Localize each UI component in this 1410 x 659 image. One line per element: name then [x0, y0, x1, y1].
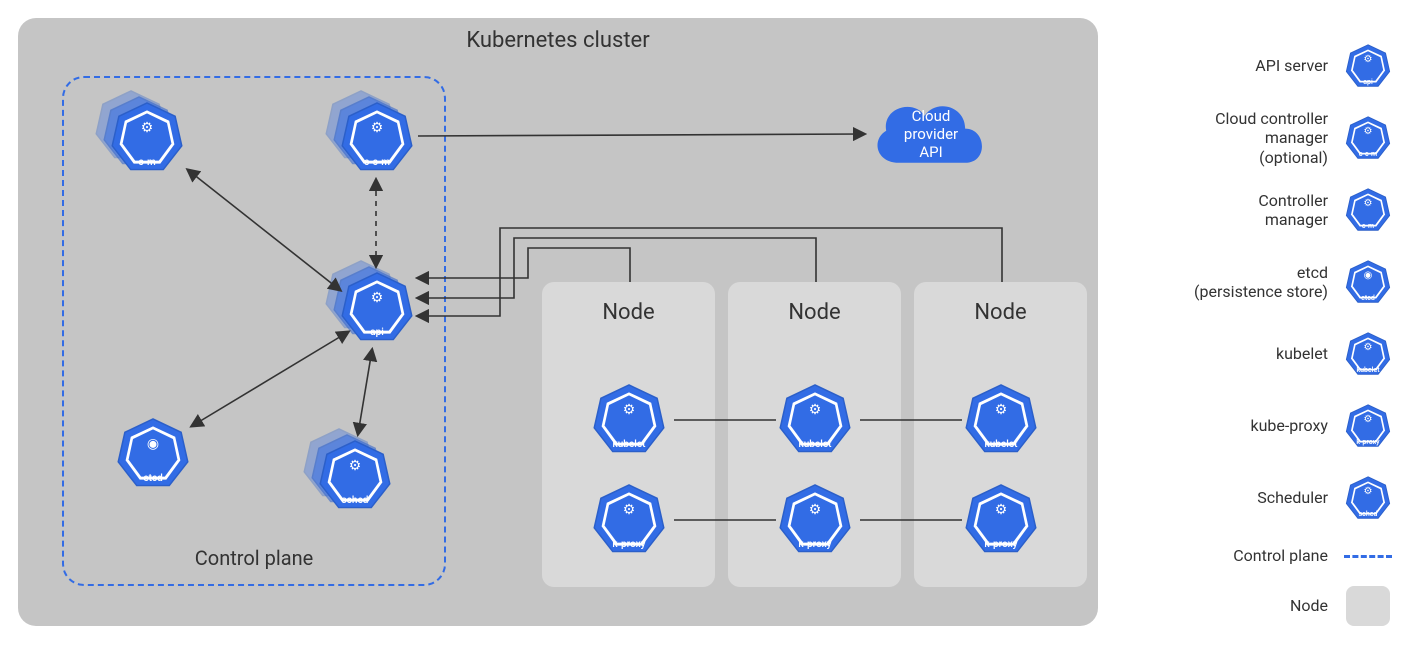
legend: API server ⚙api Cloud controllermanager(… [1134, 30, 1394, 634]
hexagon-icon: ⚙ c-c-m [340, 100, 414, 174]
gears-icon: ⚙ [141, 121, 154, 135]
node-2: Node ⚙ kubelet ⚙ k-proxy [728, 282, 901, 587]
gears-icon: ⚙ [1364, 55, 1373, 65]
kubelet-component: ⚙ kubelet [592, 382, 666, 456]
gears-icon: ⚙ [1364, 415, 1373, 425]
api-server-component: ⚙ api [340, 270, 414, 344]
node-3: Node ⚙ kubelet ⚙ k-proxy [914, 282, 1087, 587]
legend-text: Controllermanager [1258, 191, 1328, 229]
etcd-component: ◉ etcd [116, 416, 190, 490]
cloud-provider-api: Cloud provider API [866, 86, 996, 182]
hexagon-icon: ⚙kubelet [1345, 331, 1391, 377]
legend-text: etcd(persistence store) [1194, 263, 1328, 301]
edge-node1-api [418, 248, 630, 282]
database-icon: ◉ [147, 437, 159, 451]
database-icon: ◉ [1364, 271, 1373, 281]
legend-item-control-plane: Control plane [1134, 534, 1394, 578]
node-title: Node [542, 300, 715, 325]
legend-text: kubelet [1276, 344, 1328, 363]
gears-icon: ⚙ [623, 503, 636, 517]
gears-icon: ⚙ [1364, 127, 1373, 137]
gears-icon: ⚙ [1364, 487, 1373, 497]
kubelet-component: ⚙ kubelet [964, 382, 1038, 456]
hexagon-icon: ⚙c-m [1345, 187, 1391, 233]
cloud-label: Cloud provider API [866, 86, 996, 182]
control-plane-label: Control plane [195, 546, 313, 570]
legend-text: Cloud controllermanager(optional) [1215, 109, 1328, 167]
hexagon-icon: ⚙c-c-m [1345, 115, 1391, 161]
legend-item-kube-proxy: kube-proxy ⚙k-proxy [1134, 390, 1394, 462]
gears-icon: ⚙ [623, 403, 636, 417]
legend-item-kubelet: kubelet ⚙kubelet [1134, 318, 1394, 390]
hexagon-icon: ◉etcd [1345, 259, 1391, 305]
legend-item-controller-manager: Controllermanager ⚙c-m [1134, 174, 1394, 246]
kube-proxy-component: ⚙ k-proxy [592, 482, 666, 556]
kube-proxy-component: ⚙ k-proxy [964, 482, 1038, 556]
gears-icon: ⚙ [809, 403, 822, 417]
gears-icon: ⚙ [995, 503, 1008, 517]
dashed-line-icon [1344, 555, 1392, 558]
hexagon-icon: ⚙api [1345, 43, 1391, 89]
hexagon-icon: ⚙ sched [318, 438, 392, 512]
node-title: Node [728, 300, 901, 325]
legend-item-cloud-controller-manager: Cloud controllermanager(optional) ⚙c-c-m [1134, 102, 1394, 174]
gears-icon: ⚙ [995, 403, 1008, 417]
gears-icon: ⚙ [349, 459, 362, 473]
hexagon-icon: ⚙ api [340, 270, 414, 344]
node-title: Node [914, 300, 1087, 325]
legend-text: kube-proxy [1250, 416, 1328, 435]
gears-icon: ⚙ [1364, 343, 1373, 353]
hexagon-icon: ⚙k-proxy [1345, 403, 1391, 449]
cloud-controller-manager-component: ⚙ c-c-m [340, 100, 414, 174]
controller-manager-component: ⚙ c-m [110, 100, 184, 174]
legend-item-etcd: etcd(persistence store) ◉etcd [1134, 246, 1394, 318]
edge-ccm-cloud [418, 134, 864, 136]
legend-item-api-server: API server ⚙api [1134, 30, 1394, 102]
gears-icon: ⚙ [1364, 199, 1373, 209]
legend-text: Node [1290, 596, 1328, 615]
legend-item-scheduler: Scheduler ⚙sched [1134, 462, 1394, 534]
scheduler-component: ⚙ sched [318, 438, 392, 512]
node-1: Node ⚙ kubelet ⚙ k-proxy [542, 282, 715, 587]
legend-item-node: Node [1134, 578, 1394, 634]
hexagon-icon: ⚙ c-m [110, 100, 184, 174]
legend-text: Control plane [1233, 546, 1328, 565]
kube-proxy-component: ⚙ k-proxy [778, 482, 852, 556]
legend-text: API server [1255, 56, 1328, 75]
hexagon-icon: ⚙sched [1345, 475, 1391, 521]
node-box-icon [1346, 586, 1390, 626]
kubelet-component: ⚙ kubelet [778, 382, 852, 456]
kubernetes-cluster-region: Kubernetes cluster Control plane ⚙ c-m ⚙… [18, 18, 1098, 626]
gears-icon: ⚙ [809, 503, 822, 517]
gears-icon: ⚙ [371, 291, 384, 305]
cluster-title: Kubernetes cluster [466, 28, 649, 53]
gears-icon: ⚙ [371, 121, 384, 135]
legend-text: Scheduler [1257, 488, 1328, 507]
